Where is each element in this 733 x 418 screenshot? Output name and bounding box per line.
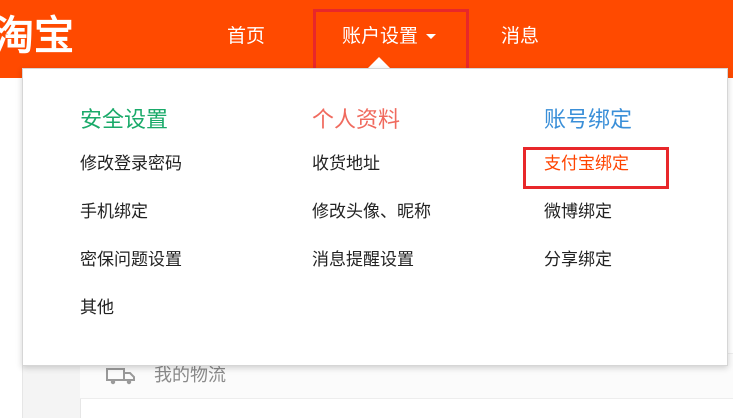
message-reminder-link[interactable]: 消息提醒设置 (312, 249, 431, 271)
phone-binding-link[interactable]: 手机绑定 (80, 201, 182, 223)
taobao-logo[interactable]: 淘宝 (0, 14, 74, 58)
security-settings-title: 安全设置 (80, 108, 169, 133)
nav-home-label: 首页 (227, 25, 266, 47)
nav-messages-label: 消息 (501, 25, 540, 47)
nav-account-settings[interactable]: 账户设置 (342, 24, 437, 48)
account-binding-title: 账号绑定 (544, 108, 633, 133)
my-logistics-label[interactable]: 我的物流 (154, 365, 226, 387)
change-avatar-nickname-link[interactable]: 修改头像、昵称 (312, 201, 431, 223)
weibo-binding-link[interactable]: 微博绑定 (544, 201, 632, 223)
profile-column: 个人资料 收货地址 修改头像、昵称 消息提醒设置 (312, 107, 431, 297)
nav-home[interactable]: 首页 (227, 24, 265, 48)
account-binding-column: 账号绑定 支付宝绑定 微博绑定 分享绑定 (544, 107, 632, 297)
page: 淘宝 首页 账户设置 消息 我的物流 安全设置 修改登录密码 手机绑定 密保问题… (0, 0, 733, 418)
nav-messages[interactable]: 消息 (501, 24, 539, 48)
profile-title: 个人资料 (312, 108, 401, 133)
change-login-password-link[interactable]: 修改登录密码 (80, 153, 182, 175)
share-binding-link[interactable]: 分享绑定 (544, 249, 632, 271)
security-settings-column: 安全设置 修改登录密码 手机绑定 密保问题设置 其他 (80, 107, 182, 345)
account-settings-dropdown: 安全设置 修改登录密码 手机绑定 密保问题设置 其他 个人资料 收货地址 修改头… (22, 68, 728, 366)
other-security-link[interactable]: 其他 (80, 297, 182, 319)
alipay-binding-link[interactable]: 支付宝绑定 (544, 153, 632, 175)
left-background-strip (0, 78, 23, 418)
top-nav-bar: 淘宝 首页 账户设置 消息 (0, 0, 733, 78)
security-question-link[interactable]: 密保问题设置 (80, 249, 182, 271)
shipping-address-link[interactable]: 收货地址 (312, 153, 431, 175)
nav-account-settings-label: 账户设置 (342, 25, 419, 47)
caret-down-icon (426, 34, 437, 39)
truck-icon (106, 368, 135, 385)
dropdown-pointer (368, 57, 390, 68)
